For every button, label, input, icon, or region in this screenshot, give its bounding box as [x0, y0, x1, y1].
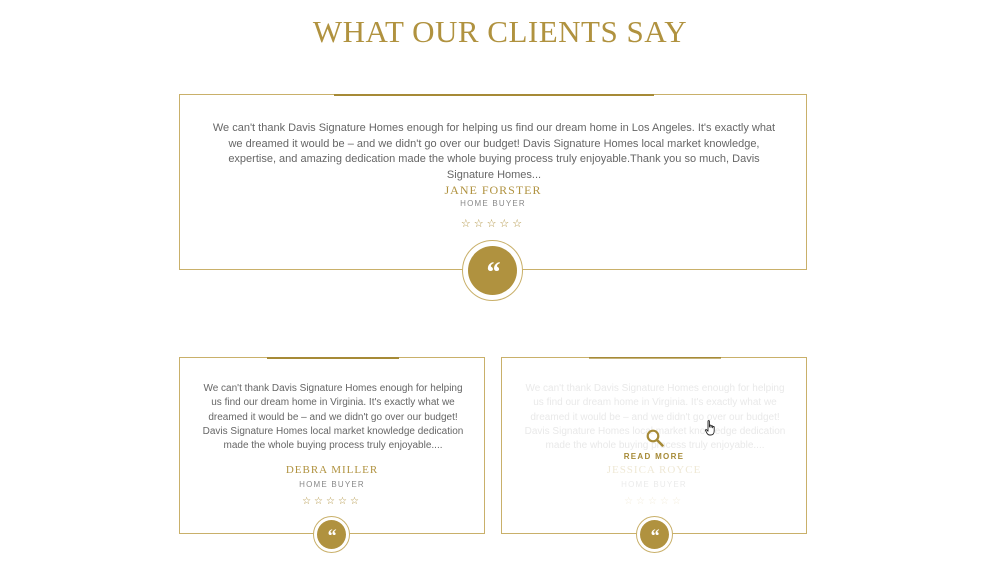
read-more-link[interactable]: READ MORE — [502, 452, 806, 461]
client-name: JANE FORSTER — [444, 183, 542, 197]
search-icon[interactable] — [646, 429, 664, 447]
card-accent-line — [334, 94, 654, 96]
client-role: HOME BUYER — [460, 199, 526, 208]
client-name: DEBRA MILLER — [285, 464, 379, 476]
hand-pointer-icon — [705, 420, 715, 436]
quote-icon: “ — [640, 520, 669, 549]
testimonial-card-hovered[interactable]: We can't thank Davis Signature Homes eno… — [501, 357, 807, 534]
quote-badge: “ — [462, 240, 523, 301]
card-accent-line — [267, 357, 399, 359]
star-rating: ☆☆☆☆☆ — [302, 496, 362, 507]
quote-badge: “ — [313, 516, 350, 553]
testimonial-text: We can't thank Davis Signature Homes eno… — [202, 383, 464, 452]
quote-icon: “ — [468, 246, 517, 295]
section-title: WHAT OUR CLIENTS SAY — [312, 14, 688, 49]
quote-badge: “ — [636, 516, 673, 553]
quote-icon: “ — [317, 520, 346, 549]
testimonial-text: We can't thank Davis Signature Homes eno… — [212, 122, 776, 181]
testimonial-card[interactable]: We can't thank Davis Signature Homes eno… — [179, 357, 485, 534]
client-role: HOME BUYER — [299, 480, 365, 489]
star-rating: ☆☆☆☆☆ — [460, 218, 526, 230]
